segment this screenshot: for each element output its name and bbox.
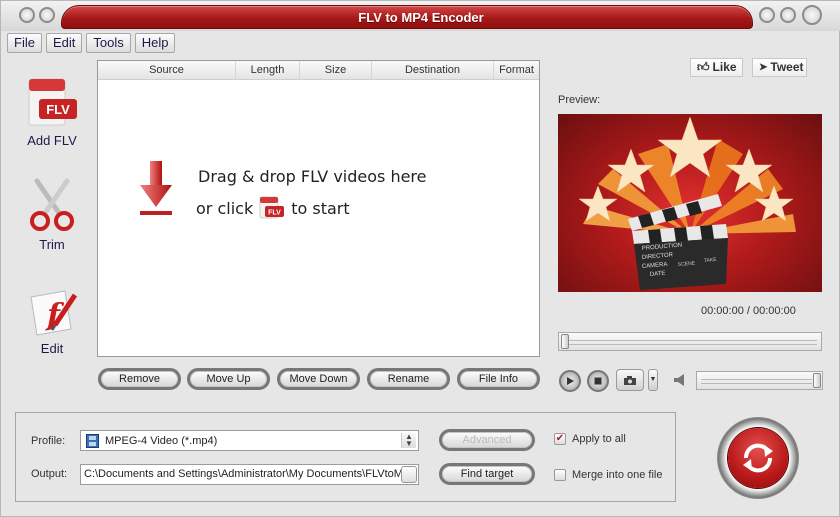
like-label: Like xyxy=(712,60,737,74)
stop-icon xyxy=(594,377,602,385)
convert-button-face xyxy=(728,428,788,488)
speaker-icon[interactable] xyxy=(673,373,687,387)
trim-button[interactable]: Trim xyxy=(15,177,89,252)
profile-value: MPEG-4 Video (*.mp4) xyxy=(105,434,218,447)
window-title: FLV to MP4 Encoder xyxy=(358,10,484,25)
find-target-button[interactable]: Find target xyxy=(439,463,535,485)
thumbs-up-icon: 👍︎ xyxy=(697,60,710,74)
file-info-button[interactable]: File Info xyxy=(457,368,540,390)
preview-image: PRODUCTION DIRECTOR CAMERA DATE SCENE TA… xyxy=(578,116,796,290)
minimize-button[interactable] xyxy=(759,7,775,23)
move-up-button[interactable]: Move Up xyxy=(187,368,270,390)
menu-bar: File Edit Tools Help xyxy=(7,33,176,53)
preview-label: Preview: xyxy=(558,94,601,106)
menu-edit[interactable]: Edit xyxy=(45,33,83,53)
seek-slider[interactable] xyxy=(558,332,822,351)
title-bar[interactable]: FLV to MP4 Encoder xyxy=(1,1,840,31)
play-button[interactable] xyxy=(559,370,581,392)
file-list-header: Source Length Size Destination Format xyxy=(98,61,539,80)
drop-hint-line1: Drag & drop FLV videos here xyxy=(198,167,427,186)
seek-thumb[interactable] xyxy=(561,334,569,349)
tweet-button[interactable]: ➤ Tweet xyxy=(752,58,807,77)
apply-to-all-label[interactable]: Apply to all xyxy=(572,433,626,445)
menu-file[interactable]: File xyxy=(7,33,42,53)
scissors-icon xyxy=(30,178,74,231)
volume-thumb[interactable] xyxy=(813,373,821,388)
merge-checkbox[interactable] xyxy=(554,469,566,481)
output-path-value: C:\Documents and Settings\Administrator\… xyxy=(84,468,411,480)
timecode: 00:00:00 / 00:00:00 xyxy=(701,305,796,317)
preview-area: PRODUCTION DIRECTOR CAMERA DATE SCENE TA… xyxy=(558,114,822,292)
trim-label: Trim xyxy=(39,237,65,252)
refresh-icon xyxy=(743,443,773,473)
app-window: FLV to MP4 Encoder File Edit Tools Help … xyxy=(0,0,840,517)
browse-output-button[interactable] xyxy=(401,466,417,483)
profile-label: Profile: xyxy=(31,435,66,447)
volume-slider[interactable] xyxy=(696,371,823,390)
maximize-button[interactable] xyxy=(780,7,796,23)
stop-button[interactable] xyxy=(587,370,609,392)
output-settings-group xyxy=(15,412,676,502)
apply-to-all-checkbox[interactable]: ✔ xyxy=(554,433,566,445)
add-flv-icon: FLV xyxy=(28,78,77,126)
drop-hint-before: or click xyxy=(196,198,254,218)
flash-edit-icon: f xyxy=(30,290,78,336)
drop-hint-line2: or click FLV to start xyxy=(196,196,350,220)
volume-track xyxy=(701,379,812,384)
drop-hint-after: to start xyxy=(291,198,350,218)
remove-button[interactable]: Remove xyxy=(98,368,181,390)
move-down-button[interactable]: Move Down xyxy=(277,368,360,390)
film-icon xyxy=(86,433,99,448)
camera-icon xyxy=(624,375,636,385)
column-length[interactable]: Length xyxy=(236,61,300,79)
edit-button[interactable]: f Edit xyxy=(15,287,89,356)
svg-text:FLV: FLV xyxy=(46,102,70,117)
output-label: Output: xyxy=(31,468,68,480)
close-button[interactable] xyxy=(802,5,822,25)
output-path-field[interactable]: C:\Documents and Settings\Administrator\… xyxy=(80,464,419,485)
column-source[interactable]: Source xyxy=(98,61,236,79)
rename-button[interactable]: Rename xyxy=(367,368,450,390)
file-list[interactable]: Source Length Size Destination Format Dr… xyxy=(97,60,540,357)
edit-label: Edit xyxy=(40,341,64,356)
flv-small-icon[interactable]: FLV xyxy=(259,196,285,220)
column-format[interactable]: Format xyxy=(494,61,539,79)
convert-button[interactable] xyxy=(717,417,799,499)
add-flv-label: Add FLV xyxy=(27,133,77,148)
merge-label[interactable]: Merge into one file xyxy=(572,469,663,481)
play-icon xyxy=(567,377,574,385)
twitter-bird-icon: ➤ xyxy=(759,62,768,73)
column-size[interactable]: Size xyxy=(300,61,372,79)
like-button[interactable]: 👍︎ Like xyxy=(690,58,743,77)
tweet-label: Tweet xyxy=(770,60,804,74)
menu-tools[interactable]: Tools xyxy=(86,33,131,53)
profile-spinner-icon[interactable]: ▲ ▼ xyxy=(401,433,416,448)
snapshot-dropdown[interactable]: ▼ xyxy=(648,369,658,391)
download-arrow-icon xyxy=(140,161,172,215)
advanced-button[interactable]: Advanced xyxy=(439,429,535,451)
column-destination[interactable]: Destination xyxy=(372,61,494,79)
snapshot-button[interactable] xyxy=(616,369,644,391)
profile-select[interactable]: MPEG-4 Video (*.mp4) ▲ ▼ xyxy=(80,430,419,451)
seek-track xyxy=(567,340,817,345)
add-flv-button[interactable]: FLV Add FLV xyxy=(15,77,89,148)
svg-text:FLV: FLV xyxy=(268,210,281,217)
menu-help[interactable]: Help xyxy=(134,33,176,53)
svg-text:TAKE: TAKE xyxy=(704,257,718,264)
